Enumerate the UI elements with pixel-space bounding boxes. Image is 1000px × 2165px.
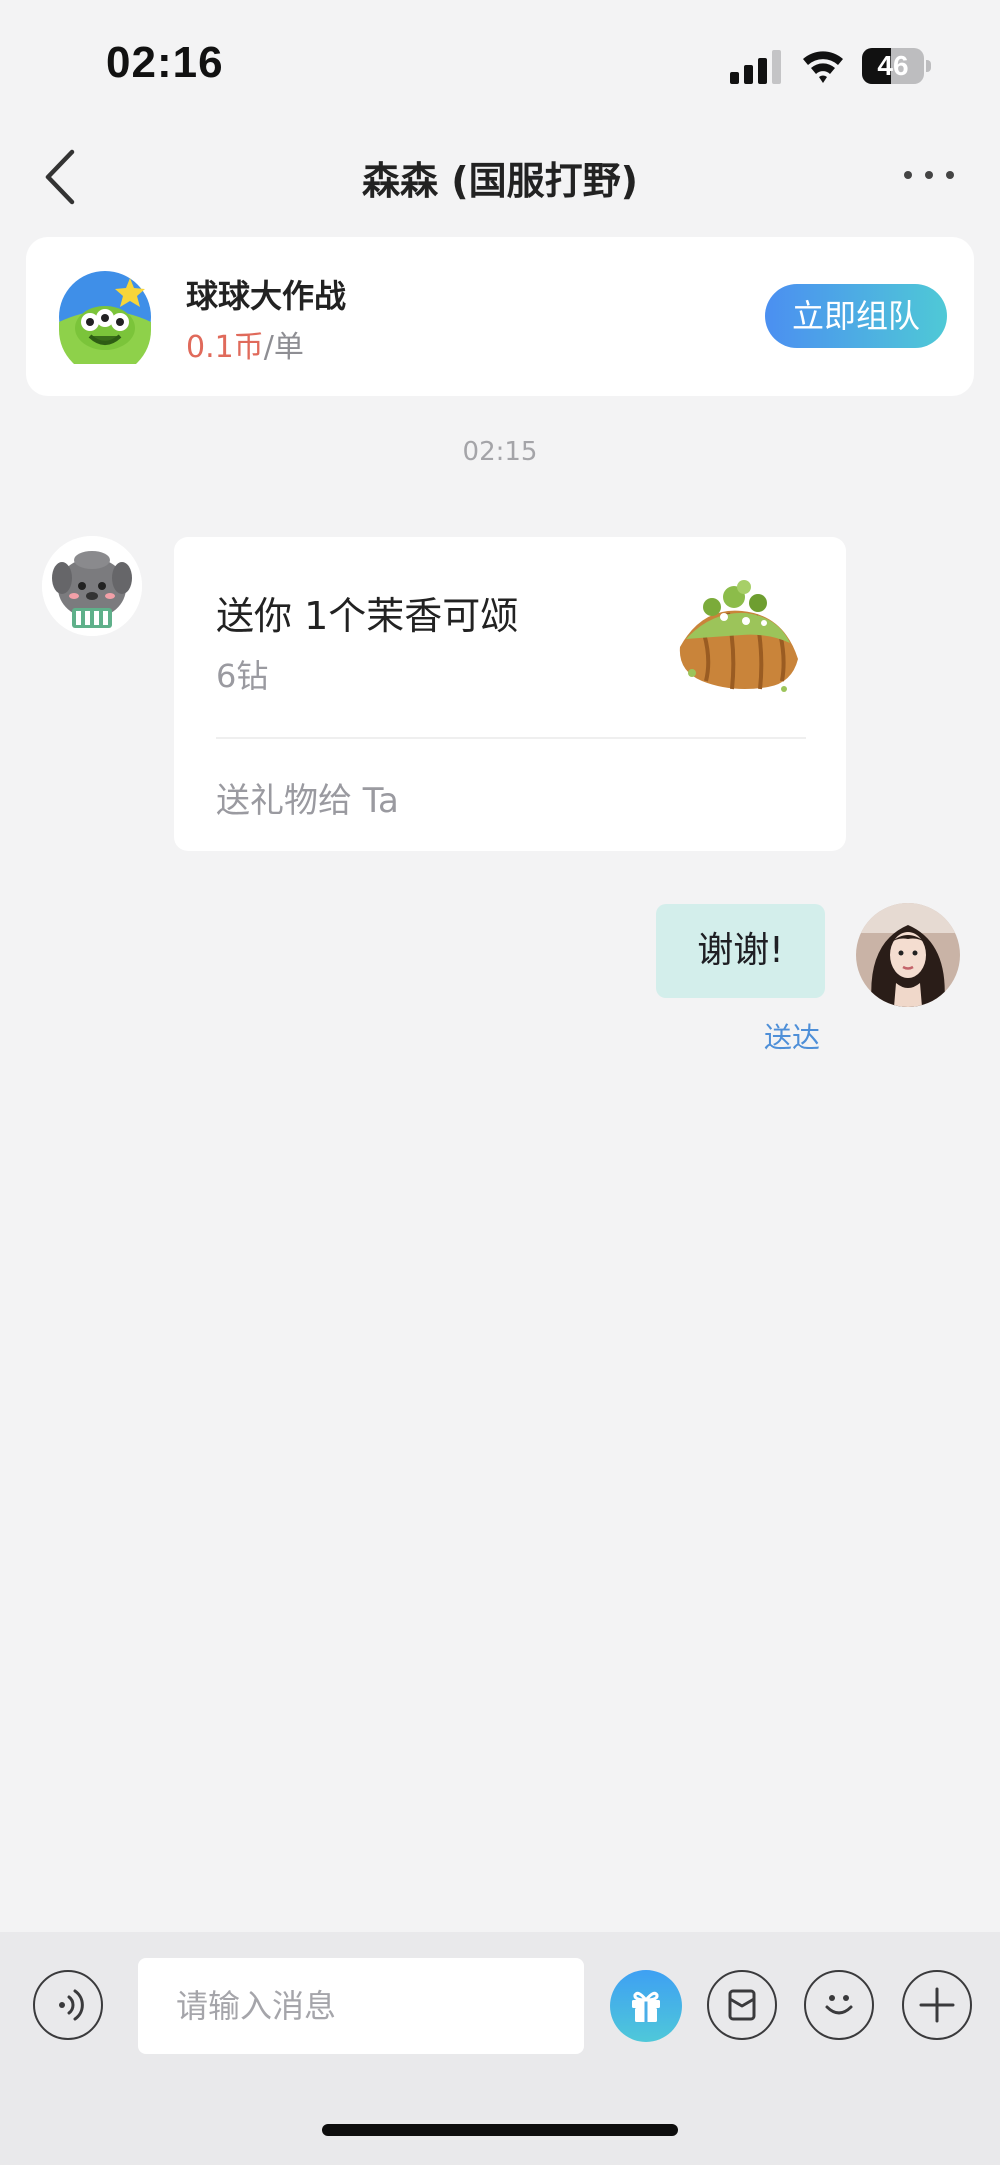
gift-price: 6钻 (216, 657, 269, 695)
croissant-gift-image (679, 580, 798, 692)
order-price: 0.1币/单 (186, 322, 304, 366)
game-logo (59, 271, 151, 364)
plus-icon[interactable] (902, 1970, 972, 2040)
game-name: 球球大作战 (186, 277, 347, 315)
message-input[interactable] (138, 1958, 584, 2054)
voice-icon[interactable] (33, 1970, 103, 2040)
back-icon[interactable] (40, 148, 82, 206)
my-avatar[interactable] (856, 903, 960, 1007)
partner-avatar[interactable] (42, 536, 142, 636)
price-amount: 0.1币 (186, 330, 264, 365)
gift-icon[interactable] (610, 1970, 682, 2042)
divider (216, 737, 806, 739)
battery-level: 46 (877, 50, 909, 81)
delivery-status: 送达 (764, 1021, 821, 1054)
my-message-bubble[interactable]: 谢谢! (656, 904, 825, 998)
home-indicator (322, 2124, 678, 2136)
status-time: 02:16 (106, 38, 224, 87)
message-timestamp: 02:15 (462, 437, 538, 467)
battery-icon: 46 (862, 48, 932, 84)
price-unit: /单 (263, 330, 304, 365)
form-team-button[interactable]: 立即组队 (765, 284, 947, 348)
cellular-signal-icon (730, 50, 781, 84)
pocket-icon[interactable] (707, 1970, 777, 2040)
emoji-icon[interactable] (804, 1970, 874, 2040)
chat-title: 森森 (国服打野) (362, 159, 638, 203)
send-gift-link[interactable]: 送礼物给 Ta (216, 773, 399, 822)
game-card[interactable]: 球球大作战 0.1币/单 立即组队 (26, 237, 974, 396)
gift-message-card[interactable]: 送你 1个茉香可颂 6钻 送礼物给 Ta (174, 537, 846, 851)
gift-title: 送你 1个茉香可颂 (216, 594, 519, 638)
wifi-icon (803, 51, 843, 83)
more-icon[interactable] (904, 158, 954, 192)
